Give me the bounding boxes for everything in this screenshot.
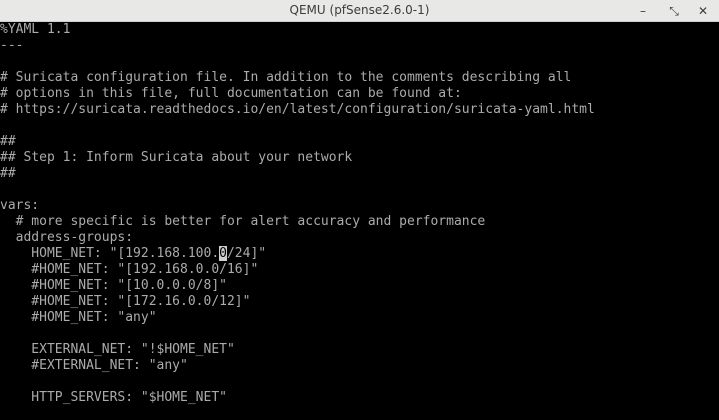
minimize-icon[interactable]: – xyxy=(634,2,652,20)
qemu-console[interactable]: %YAML 1.1 --- # Suricata configuration f… xyxy=(0,22,719,420)
line-home-net-alt-3: #HOME_NET: "[172.16.0.0/12]" xyxy=(0,294,251,309)
line-vars: vars: xyxy=(0,198,40,213)
line-home-net-after-cursor: /24]" xyxy=(226,246,267,261)
window-titlebar[interactable]: QEMU (pfSense2.6.0-1) – ⤡ ✕ xyxy=(0,0,719,22)
line-address-groups: address-groups: xyxy=(0,230,134,245)
text-cursor[interactable]: 0 xyxy=(219,246,227,261)
window-title: QEMU (pfSense2.6.0-1) xyxy=(289,3,430,17)
line-yaml-version: %YAML 1.1 xyxy=(0,22,71,37)
console-text: %YAML 1.1 --- # Suricata configuration f… xyxy=(0,22,595,406)
line-doc-start: --- xyxy=(0,38,24,53)
line-external-net-alt: #EXTERNAL_NET: "any" xyxy=(0,358,188,373)
line-comment-2: # options in this file, full documentati… xyxy=(0,86,462,101)
line-http-servers: HTTP_SERVERS: "$HOME_NET" xyxy=(0,390,227,405)
line-home-net-before-cursor: HOME_NET: "[192.168.100. xyxy=(0,246,220,261)
line-vars-comment: # more specific is better for alert accu… xyxy=(0,214,486,229)
line-hash-1: ## xyxy=(0,134,16,149)
close-icon[interactable]: ✕ xyxy=(694,2,712,20)
line-comment-1: # Suricata configuration file. In additi… xyxy=(0,70,572,85)
line-home-net-alt-4: #HOME_NET: "any" xyxy=(0,310,157,325)
line-step-1: ## Step 1: Inform Suricata about your ne… xyxy=(0,150,353,165)
line-home-net-alt-1: #HOME_NET: "[192.168.0.0/16]" xyxy=(0,262,259,277)
line-external-net: EXTERNAL_NET: "!$HOME_NET" xyxy=(0,342,235,357)
line-hash-2: ## xyxy=(0,166,16,181)
line-doc-url: # https://suricata.readthedocs.io/en/lat… xyxy=(0,102,595,117)
maximize-icon[interactable]: ⤡ xyxy=(665,2,683,20)
line-home-net-active: HOME_NET: "[192.168.100.0/24]" xyxy=(0,246,266,261)
line-home-net-alt-2: #HOME_NET: "[10.0.0.0/8]" xyxy=(0,278,227,293)
